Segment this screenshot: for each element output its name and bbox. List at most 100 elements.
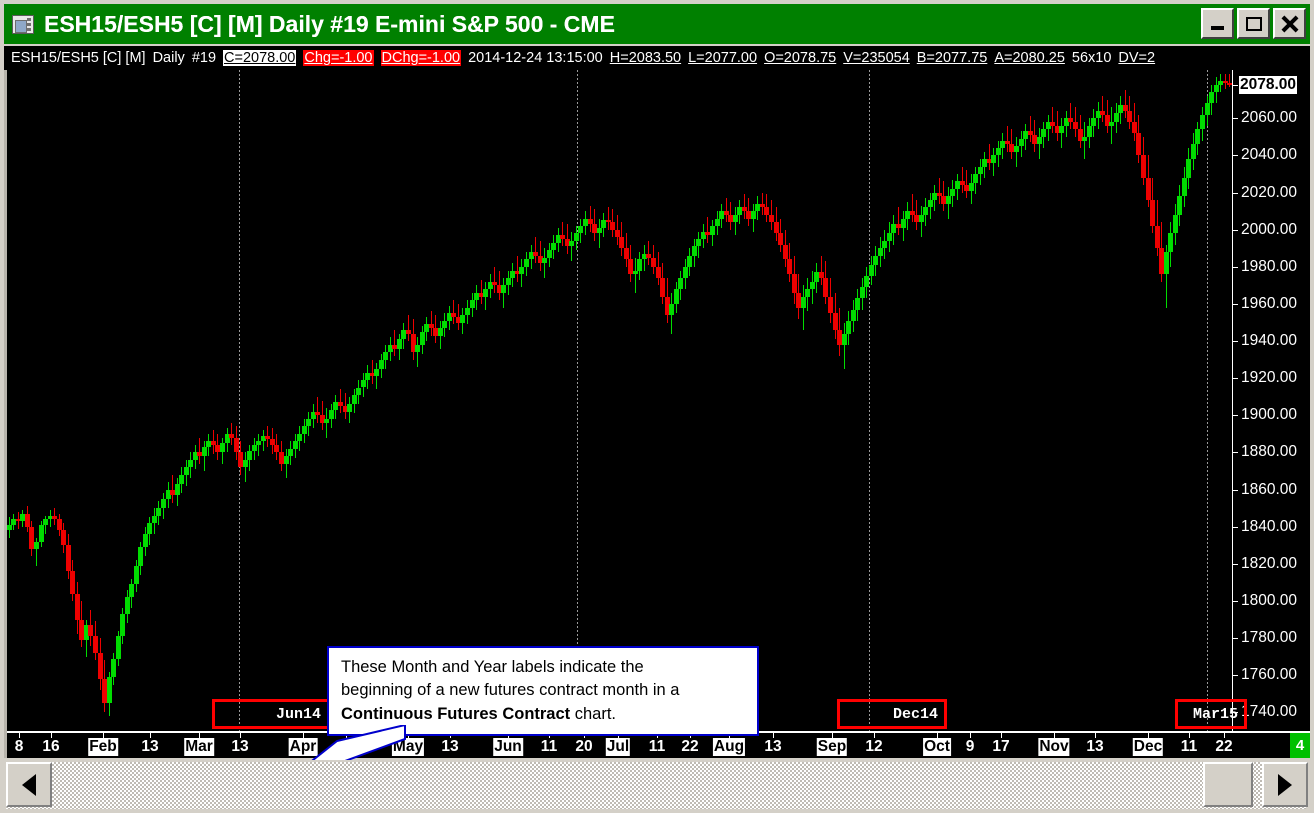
candle-wick (516, 255, 518, 282)
price-tick (1233, 266, 1238, 268)
info-interval: Daily (152, 50, 185, 66)
price-tick (1233, 452, 1238, 454)
price-label: 1960.00 (1241, 294, 1298, 312)
price-label: 1900.00 (1241, 406, 1298, 424)
callout-line1: These Month and Year labels indicate the (341, 658, 644, 676)
price-tick (1233, 378, 1238, 380)
scroll-left-button[interactable] (6, 762, 52, 807)
date-tick (1189, 731, 1190, 738)
minimize-button[interactable] (1201, 8, 1234, 39)
price-tick (1233, 638, 1238, 640)
info-volume: V=235054 (843, 50, 910, 66)
candle-wick (1006, 125, 1008, 152)
date-day-label: 11 (540, 738, 558, 755)
candle-wick (244, 452, 246, 483)
minimize-icon (1211, 26, 1224, 30)
close-icon (1281, 15, 1299, 33)
date-day-label: 13 (141, 738, 159, 755)
date-tick (970, 731, 971, 738)
candlestick-plot[interactable] (7, 70, 1232, 731)
candle-wick (1029, 116, 1031, 143)
callout-line3-tail: chart. (570, 704, 617, 723)
chart-application-window: ESH15/ESH5 [C] [M] Daily #19 E-mini S&P … (0, 0, 1314, 813)
price-label: 1980.00 (1241, 257, 1298, 275)
price-label: 1860.00 (1241, 480, 1298, 498)
callout-line3: Continuous Futures Contract chart. (341, 703, 747, 726)
candle-wick (707, 216, 709, 243)
candle-wick (326, 407, 328, 438)
date-month-label: Aug (712, 738, 746, 756)
candle-wick (503, 277, 505, 308)
info-ask: A=2080.25 (994, 50, 1065, 66)
candle-wick (911, 194, 913, 223)
date-day-label: 13 (231, 738, 249, 755)
close-button[interactable] (1273, 8, 1306, 39)
candle-wick (317, 396, 319, 423)
date-day-label: 13 (1086, 738, 1104, 755)
window-titlebar[interactable]: ESH15/ESH5 [C] [M] Daily #19 E-mini S&P … (4, 4, 1310, 44)
arrow-right-icon (1278, 773, 1292, 796)
candle-wick (535, 237, 537, 264)
price-label: 2020.00 (1241, 183, 1298, 201)
date-tick (150, 731, 151, 738)
candle-wick (898, 207, 900, 236)
candle-wick (961, 166, 963, 193)
date-tick (1095, 731, 1096, 738)
price-tick (1233, 155, 1238, 157)
price-tick (1233, 303, 1238, 305)
date-month-label: Jun (493, 738, 523, 756)
scroll-right-button[interactable] (1262, 762, 1308, 807)
price-label: 2060.00 (1241, 109, 1298, 127)
info-open: O=2078.75 (764, 50, 837, 66)
arrow-left-icon (22, 773, 36, 796)
info-symbol: ESH15/ESH5 [C] [M] (11, 50, 146, 66)
callout-line2: beginning of a new futures contract mont… (341, 681, 680, 700)
date-month-label: Sep (816, 738, 848, 756)
price-label: 2000.00 (1241, 220, 1298, 238)
scrollbar-track[interactable] (6, 762, 1306, 809)
maximize-icon (1245, 16, 1262, 31)
date-month-label: Oct (923, 738, 951, 756)
date-day-label: 17 (992, 738, 1010, 755)
candle-wick (802, 285, 804, 330)
candle-wick (938, 177, 940, 204)
date-month-label: Feb (88, 738, 118, 756)
candle-wick (1061, 118, 1063, 148)
chart-area[interactable]: 2078.00 2060.00 2040.00 2020.00 2000.00 1980.… (4, 70, 1310, 788)
info-change: Chg=-1.00 (303, 50, 374, 66)
date-month-label: Dec (1132, 738, 1164, 756)
candle-wick (634, 257, 636, 293)
price-tick (1233, 489, 1238, 491)
candle-wick (598, 218, 600, 249)
price-label: 2040.00 (1241, 146, 1298, 164)
price-label: 1940.00 (1241, 332, 1298, 350)
price-tick (1233, 192, 1238, 194)
date-day-label: 22 (1215, 738, 1233, 755)
callout-box: These Month and Year labels indicate the… (327, 646, 759, 737)
scrollbar-thumb[interactable] (1203, 762, 1253, 807)
date-day-label: 16 (42, 738, 60, 755)
date-tick (832, 731, 833, 738)
date-tick (1148, 731, 1149, 738)
date-day-label: 11 (648, 738, 666, 755)
price-axis[interactable]: 2078.00 2060.00 2040.00 2020.00 2000.00 1980.… (1232, 70, 1310, 731)
candle-wick (607, 207, 609, 230)
date-day-label: 13 (441, 738, 459, 755)
candle-wick (843, 322, 845, 369)
price-tick (1233, 341, 1238, 343)
price-tick (1233, 229, 1238, 231)
price-label: 1780.00 (1241, 629, 1298, 647)
current-price-label: 2078.00 (1239, 75, 1298, 94)
candle-wick (1111, 107, 1113, 145)
maximize-button[interactable] (1237, 8, 1270, 39)
date-day-label: 8 (14, 738, 24, 755)
horizontal-scrollbar[interactable] (4, 760, 1310, 811)
date-month-label: Nov (1038, 738, 1070, 756)
date-tick (1054, 731, 1055, 738)
candle-wick (1070, 103, 1072, 130)
price-label: 1760.00 (1241, 666, 1298, 684)
date-day-label: 12 (865, 738, 883, 755)
info-daily-change: DChg=-1.00 (380, 50, 462, 66)
info-bid: B=2077.75 (916, 50, 988, 66)
candle-wick (494, 266, 496, 293)
